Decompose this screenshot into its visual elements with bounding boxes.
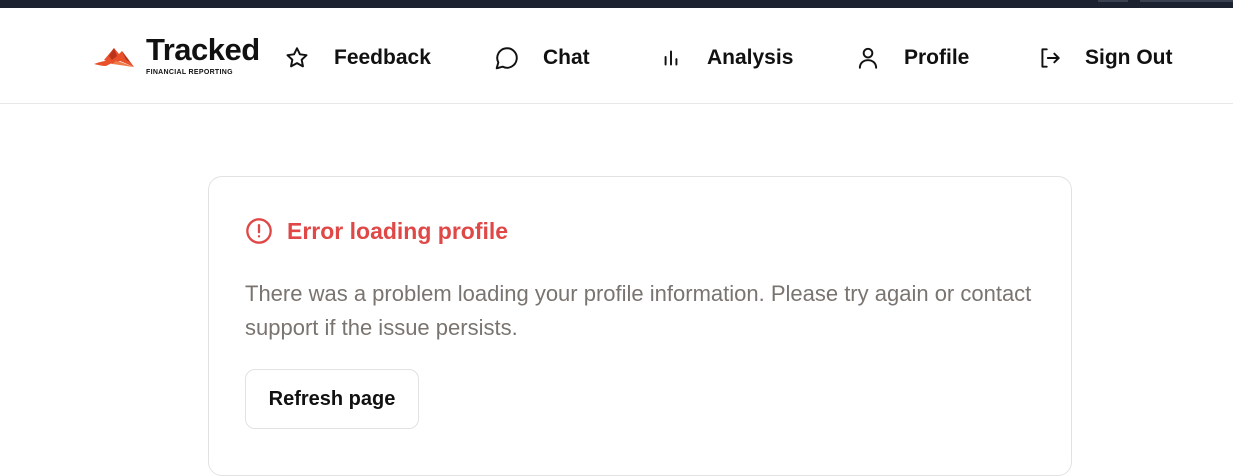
nav-item-profile[interactable]: Profile: [855, 40, 969, 76]
nav-label-analysis: Analysis: [707, 46, 794, 69]
brand-tagline: FINANCIAL REPORTING: [146, 69, 233, 76]
nav-label-feedback: Feedback: [334, 46, 431, 69]
star-icon: [286, 47, 308, 68]
browser-top-strip: [0, 0, 1233, 8]
refresh-page-button[interactable]: Refresh page: [245, 369, 419, 429]
app-header: Tracked FINANCIAL REPORTING Feedback Cha…: [0, 8, 1233, 104]
nav-item-analysis[interactable]: Analysis: [658, 40, 793, 76]
sign-out-icon: [1041, 48, 1060, 68]
alert-circle-icon: [246, 218, 272, 244]
error-card: Error loading profile There was a proble…: [208, 176, 1072, 476]
chat-bubble-icon: [495, 47, 518, 70]
nav-label-sign-out: Sign Out: [1085, 46, 1173, 69]
browser-tab-edge: [1098, 0, 1128, 2]
nav-item-sign-out[interactable]: Sign Out: [1037, 40, 1173, 76]
nav-item-chat[interactable]: Chat: [494, 40, 590, 76]
mountain-logo-icon: [94, 48, 134, 67]
nav-label-chat: Chat: [543, 46, 590, 69]
error-message: There was a problem loading your profile…: [245, 281, 1032, 340]
brand-name: Tracked: [146, 32, 260, 67]
error-title: Error loading profile: [287, 217, 509, 244]
bar-chart-icon: [664, 50, 678, 66]
user-icon: [858, 47, 878, 69]
nav-item-feedback[interactable]: Feedback: [284, 40, 431, 76]
error-title-row: Error loading profile: [245, 217, 508, 245]
brand-logo[interactable]: Tracked FINANCIAL REPORTING: [92, 32, 262, 86]
nav-label-profile: Profile: [904, 46, 970, 69]
browser-tab-edge: [1140, 0, 1233, 2]
